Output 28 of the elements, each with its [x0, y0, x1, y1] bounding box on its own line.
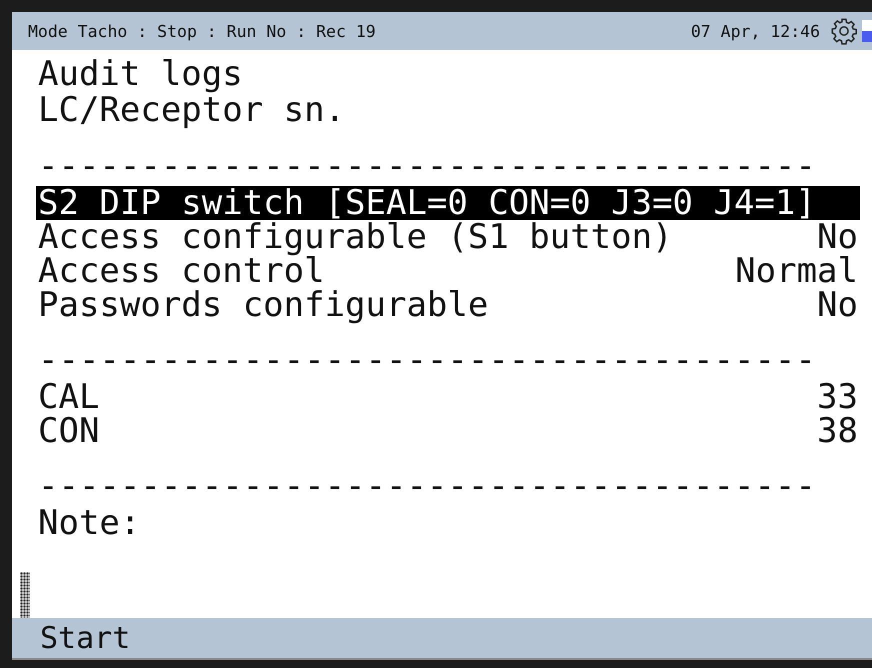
item-label: CON: [38, 414, 100, 448]
item-value: 33: [817, 380, 858, 414]
dotted-scroll-indicator: [20, 572, 30, 618]
dashed-separator: --------------------------------------: [37, 466, 817, 506]
menu-item[interactable]: Access configurable (S1 button) No: [36, 220, 860, 254]
status-text: Mode Tacho : Stop : Run No : Rec 19: [28, 22, 377, 40]
dashed-separator: --------------------------------------: [37, 146, 817, 186]
item-value: No: [817, 288, 858, 322]
menu-item[interactable]: Passwords configurable No: [36, 288, 860, 322]
item-label: CAL: [38, 380, 100, 414]
dashed-separator: --------------------------------------: [37, 340, 817, 380]
item-label: Note:: [38, 506, 140, 540]
menu-item[interactable]: Note:: [36, 506, 860, 540]
item-value: 38: [817, 414, 858, 448]
item-value: Normal: [735, 254, 858, 288]
item-value: No: [817, 220, 858, 254]
item-label: Access control: [38, 254, 325, 288]
date-time: 07 Apr, 12:46: [690, 22, 820, 40]
item-label: Passwords configurable: [38, 288, 488, 322]
menu-item[interactable]: Access control Normal: [36, 254, 860, 288]
page-title: Audit logs: [37, 56, 244, 92]
item-label: Access configurable (S1 button): [38, 220, 673, 254]
start-softkey[interactable]: Start: [40, 620, 130, 656]
menu-item[interactable]: CON 38: [36, 414, 860, 448]
settings-icon[interactable]: [830, 17, 858, 45]
page-subtitle: LC/Receptor sn.: [37, 92, 346, 128]
battery-icon: [862, 20, 872, 42]
menu-item[interactable]: CAL 33: [36, 380, 860, 414]
